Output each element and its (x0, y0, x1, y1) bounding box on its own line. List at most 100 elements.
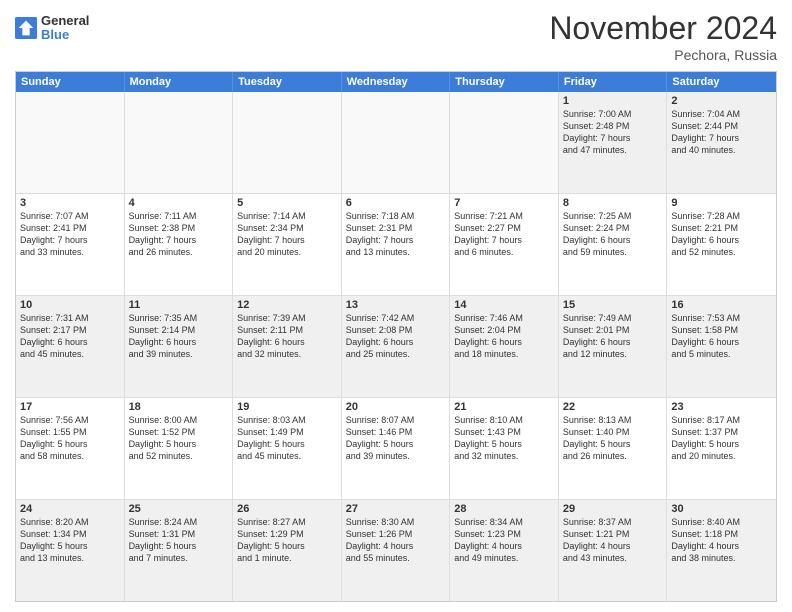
day-info: Sunrise: 8:03 AMSunset: 1:49 PMDaylight:… (237, 414, 337, 463)
calendar-cell: 2Sunrise: 7:04 AMSunset: 2:44 PMDaylight… (667, 92, 776, 193)
calendar-cell: 25Sunrise: 8:24 AMSunset: 1:31 PMDayligh… (125, 500, 234, 601)
header-cell-tuesday: Tuesday (233, 72, 342, 92)
day-info: Sunrise: 7:14 AMSunset: 2:34 PMDaylight:… (237, 210, 337, 259)
calendar-cell: 19Sunrise: 8:03 AMSunset: 1:49 PMDayligh… (233, 398, 342, 499)
day-number: 17 (20, 401, 120, 413)
day-number: 28 (454, 503, 554, 515)
day-info: Sunrise: 8:37 AMSunset: 1:21 PMDaylight:… (563, 516, 663, 565)
header-cell-wednesday: Wednesday (342, 72, 451, 92)
day-info: Sunrise: 7:39 AMSunset: 2:11 PMDaylight:… (237, 312, 337, 361)
calendar-row-4: 17Sunrise: 7:56 AMSunset: 1:55 PMDayligh… (16, 398, 776, 500)
day-number: 19 (237, 401, 337, 413)
header-cell-saturday: Saturday (667, 72, 776, 92)
calendar-cell (342, 92, 451, 193)
calendar-cell: 7Sunrise: 7:21 AMSunset: 2:27 PMDaylight… (450, 194, 559, 295)
day-number: 24 (20, 503, 120, 515)
calendar-cell: 30Sunrise: 8:40 AMSunset: 1:18 PMDayligh… (667, 500, 776, 601)
day-number: 26 (237, 503, 337, 515)
day-number: 10 (20, 299, 120, 311)
day-number: 12 (237, 299, 337, 311)
calendar-cell: 26Sunrise: 8:27 AMSunset: 1:29 PMDayligh… (233, 500, 342, 601)
day-number: 11 (129, 299, 229, 311)
calendar-cell: 22Sunrise: 8:13 AMSunset: 1:40 PMDayligh… (559, 398, 668, 499)
day-number: 27 (346, 503, 446, 515)
calendar-cell: 13Sunrise: 7:42 AMSunset: 2:08 PMDayligh… (342, 296, 451, 397)
logo-blue: Blue (41, 28, 89, 42)
calendar-cell: 15Sunrise: 7:49 AMSunset: 2:01 PMDayligh… (559, 296, 668, 397)
day-info: Sunrise: 8:00 AMSunset: 1:52 PMDaylight:… (129, 414, 229, 463)
day-number: 18 (129, 401, 229, 413)
day-number: 6 (346, 197, 446, 209)
day-info: Sunrise: 7:46 AMSunset: 2:04 PMDaylight:… (454, 312, 554, 361)
day-info: Sunrise: 7:56 AMSunset: 1:55 PMDaylight:… (20, 414, 120, 463)
logo-icon (15, 17, 37, 39)
day-number: 30 (671, 503, 772, 515)
day-number: 4 (129, 197, 229, 209)
day-info: Sunrise: 7:07 AMSunset: 2:41 PMDaylight:… (20, 210, 120, 259)
header-cell-friday: Friday (559, 72, 668, 92)
calendar-row-5: 24Sunrise: 8:20 AMSunset: 1:34 PMDayligh… (16, 500, 776, 601)
calendar-cell: 5Sunrise: 7:14 AMSunset: 2:34 PMDaylight… (233, 194, 342, 295)
header-cell-thursday: Thursday (450, 72, 559, 92)
day-number: 14 (454, 299, 554, 311)
day-info: Sunrise: 8:30 AMSunset: 1:26 PMDaylight:… (346, 516, 446, 565)
logo-general: General (41, 14, 89, 28)
day-info: Sunrise: 7:49 AMSunset: 2:01 PMDaylight:… (563, 312, 663, 361)
calendar-cell: 27Sunrise: 8:30 AMSunset: 1:26 PMDayligh… (342, 500, 451, 601)
day-number: 1 (563, 95, 663, 107)
calendar-row-2: 3Sunrise: 7:07 AMSunset: 2:41 PMDaylight… (16, 194, 776, 296)
day-number: 2 (671, 95, 772, 107)
day-info: Sunrise: 8:10 AMSunset: 1:43 PMDaylight:… (454, 414, 554, 463)
logo-text: General Blue (41, 14, 89, 43)
month-title: November 2024 (549, 10, 777, 47)
day-number: 22 (563, 401, 663, 413)
calendar-cell: 17Sunrise: 7:56 AMSunset: 1:55 PMDayligh… (16, 398, 125, 499)
day-info: Sunrise: 7:21 AMSunset: 2:27 PMDaylight:… (454, 210, 554, 259)
day-info: Sunrise: 7:53 AMSunset: 1:58 PMDaylight:… (671, 312, 772, 361)
day-number: 29 (563, 503, 663, 515)
day-number: 21 (454, 401, 554, 413)
calendar-cell: 12Sunrise: 7:39 AMSunset: 2:11 PMDayligh… (233, 296, 342, 397)
calendar-row-1: 1Sunrise: 7:00 AMSunset: 2:48 PMDaylight… (16, 92, 776, 194)
day-number: 16 (671, 299, 772, 311)
day-number: 13 (346, 299, 446, 311)
day-info: Sunrise: 7:18 AMSunset: 2:31 PMDaylight:… (346, 210, 446, 259)
day-info: Sunrise: 8:40 AMSunset: 1:18 PMDaylight:… (671, 516, 772, 565)
calendar-cell: 14Sunrise: 7:46 AMSunset: 2:04 PMDayligh… (450, 296, 559, 397)
calendar-cell: 6Sunrise: 7:18 AMSunset: 2:31 PMDaylight… (342, 194, 451, 295)
calendar-cell: 24Sunrise: 8:20 AMSunset: 1:34 PMDayligh… (16, 500, 125, 601)
calendar-header: SundayMondayTuesdayWednesdayThursdayFrid… (16, 72, 776, 92)
calendar-cell (16, 92, 125, 193)
day-info: Sunrise: 8:27 AMSunset: 1:29 PMDaylight:… (237, 516, 337, 565)
calendar-cell: 10Sunrise: 7:31 AMSunset: 2:17 PMDayligh… (16, 296, 125, 397)
day-info: Sunrise: 7:42 AMSunset: 2:08 PMDaylight:… (346, 312, 446, 361)
day-info: Sunrise: 7:00 AMSunset: 2:48 PMDaylight:… (563, 108, 663, 157)
day-number: 15 (563, 299, 663, 311)
calendar-cell: 20Sunrise: 8:07 AMSunset: 1:46 PMDayligh… (342, 398, 451, 499)
calendar-cell: 8Sunrise: 7:25 AMSunset: 2:24 PMDaylight… (559, 194, 668, 295)
logo: General Blue (15, 14, 89, 43)
calendar-cell: 9Sunrise: 7:28 AMSunset: 2:21 PMDaylight… (667, 194, 776, 295)
calendar-cell: 16Sunrise: 7:53 AMSunset: 1:58 PMDayligh… (667, 296, 776, 397)
day-info: Sunrise: 7:11 AMSunset: 2:38 PMDaylight:… (129, 210, 229, 259)
day-number: 9 (671, 197, 772, 209)
calendar-cell: 1Sunrise: 7:00 AMSunset: 2:48 PMDaylight… (559, 92, 668, 193)
day-number: 23 (671, 401, 772, 413)
day-info: Sunrise: 7:25 AMSunset: 2:24 PMDaylight:… (563, 210, 663, 259)
day-info: Sunrise: 7:35 AMSunset: 2:14 PMDaylight:… (129, 312, 229, 361)
calendar-cell (450, 92, 559, 193)
day-info: Sunrise: 8:24 AMSunset: 1:31 PMDaylight:… (129, 516, 229, 565)
calendar-cell: 29Sunrise: 8:37 AMSunset: 1:21 PMDayligh… (559, 500, 668, 601)
calendar-cell: 28Sunrise: 8:34 AMSunset: 1:23 PMDayligh… (450, 500, 559, 601)
day-info: Sunrise: 8:20 AMSunset: 1:34 PMDaylight:… (20, 516, 120, 565)
day-info: Sunrise: 7:04 AMSunset: 2:44 PMDaylight:… (671, 108, 772, 157)
header-cell-monday: Monday (125, 72, 234, 92)
header: General Blue November 2024 Pechora, Russ… (15, 10, 777, 63)
day-info: Sunrise: 7:28 AMSunset: 2:21 PMDaylight:… (671, 210, 772, 259)
calendar-row-3: 10Sunrise: 7:31 AMSunset: 2:17 PMDayligh… (16, 296, 776, 398)
calendar-cell (125, 92, 234, 193)
calendar-cell: 23Sunrise: 8:17 AMSunset: 1:37 PMDayligh… (667, 398, 776, 499)
day-number: 25 (129, 503, 229, 515)
calendar-cell: 21Sunrise: 8:10 AMSunset: 1:43 PMDayligh… (450, 398, 559, 499)
day-info: Sunrise: 7:31 AMSunset: 2:17 PMDaylight:… (20, 312, 120, 361)
